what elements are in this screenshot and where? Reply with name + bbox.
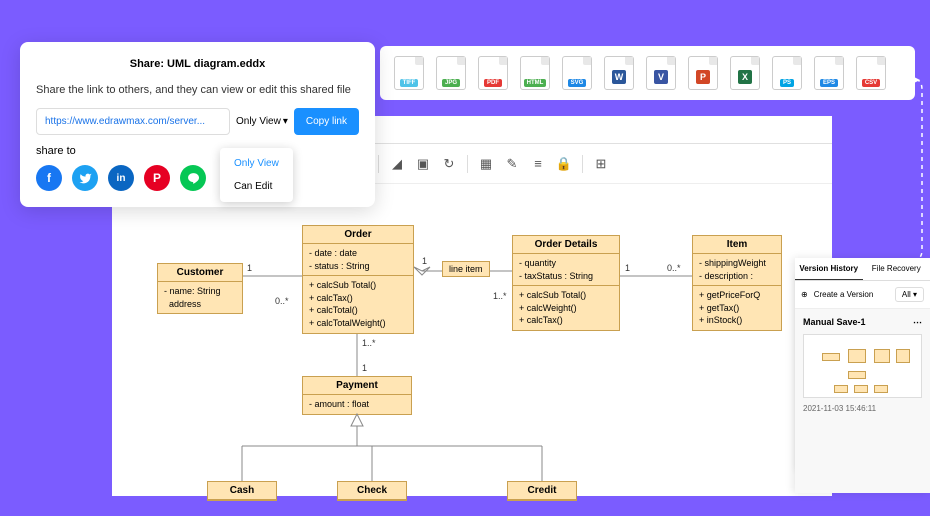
uml-class-item[interactable]: Item - shippingWeight - description : + … <box>692 235 782 331</box>
tab-file-recovery[interactable]: File Recovery <box>863 258 930 280</box>
share-modal: Share: UML diagram.eddx Share the link t… <box>20 42 375 207</box>
export-svg[interactable]: SVG <box>562 56 592 90</box>
export-formats-bar: TIFF JPG PDF HTML SVG WVPX PS EPS CSV <box>380 46 915 100</box>
image-icon[interactable]: ▦ <box>478 156 494 172</box>
export-tiff[interactable]: TIFF <box>394 56 424 90</box>
line-icon[interactable] <box>180 165 206 191</box>
uml-class-order-details[interactable]: Order Details - quantity - taxStatus : S… <box>512 235 620 331</box>
version-name: Manual Save-1⋯ <box>803 317 922 328</box>
lock-icon[interactable]: 🔒 <box>556 156 572 172</box>
share-title: Share: UML diagram.eddx <box>36 58 359 70</box>
export-jpg[interactable]: JPG <box>436 56 466 90</box>
export-x[interactable]: X <box>730 56 760 90</box>
chevron-down-icon: ▾ <box>283 116 288 127</box>
pinterest-icon[interactable]: P <box>144 165 170 191</box>
permission-selector[interactable]: Only View ▾ <box>236 116 288 127</box>
grid-icon[interactable]: ⊞ <box>593 156 609 172</box>
version-thumbnail[interactable] <box>803 334 922 398</box>
export-csv[interactable]: CSV <box>856 56 886 90</box>
tab-version-history[interactable]: Version History <box>795 258 863 280</box>
perm-only-view[interactable]: Only View <box>220 152 293 175</box>
uml-class-credit[interactable]: Credit <box>507 481 577 501</box>
twitter-icon[interactable] <box>72 165 98 191</box>
create-version-button[interactable]: Create a Version <box>814 290 889 299</box>
version-history-panel: Version History File Recovery ⊕ Create a… <box>795 258 930 493</box>
plus-icon: ⊕ <box>801 290 808 299</box>
export-html[interactable]: HTML <box>520 56 550 90</box>
uml-class-customer[interactable]: Customer - name: String address <box>157 263 243 314</box>
layers-icon[interactable]: ≡ <box>530 156 546 172</box>
association-label: line item <box>442 261 490 277</box>
border-icon[interactable]: ▣ <box>415 156 431 172</box>
uml-class-order[interactable]: Order - date : date - status : String + … <box>302 225 414 334</box>
facebook-icon[interactable]: f <box>36 165 62 191</box>
export-eps[interactable]: EPS <box>814 56 844 90</box>
rotate-icon[interactable]: ↻ <box>441 156 457 172</box>
more-icon[interactable]: ⋯ <box>913 317 922 328</box>
fill-icon[interactable]: ◢ <box>389 156 405 172</box>
pen-icon[interactable]: ✎ <box>504 156 520 172</box>
export-pdf[interactable]: PDF <box>478 56 508 90</box>
share-to-label: share to <box>36 145 359 157</box>
perm-can-edit[interactable]: Can Edit <box>220 175 293 198</box>
permission-dropdown: Only View Can Edit <box>220 148 293 202</box>
version-date: 2021-11-03 15:46:11 <box>803 404 922 413</box>
export-p[interactable]: P <box>688 56 718 90</box>
export-v[interactable]: V <box>646 56 676 90</box>
uml-class-payment[interactable]: Payment - amount : float <box>302 376 412 415</box>
share-url-input[interactable] <box>36 108 230 135</box>
uml-class-check[interactable]: Check <box>337 481 407 501</box>
history-filter[interactable]: All ▾ <box>895 287 924 302</box>
uml-class-cash[interactable]: Cash <box>207 481 277 501</box>
export-ps[interactable]: PS <box>772 56 802 90</box>
export-w[interactable]: W <box>604 56 634 90</box>
linkedin-icon[interactable]: in <box>108 165 134 191</box>
share-description: Share the link to others, and they can v… <box>36 84 359 96</box>
social-buttons: f in P <box>36 165 359 191</box>
copy-link-button[interactable]: Copy link <box>294 108 359 135</box>
